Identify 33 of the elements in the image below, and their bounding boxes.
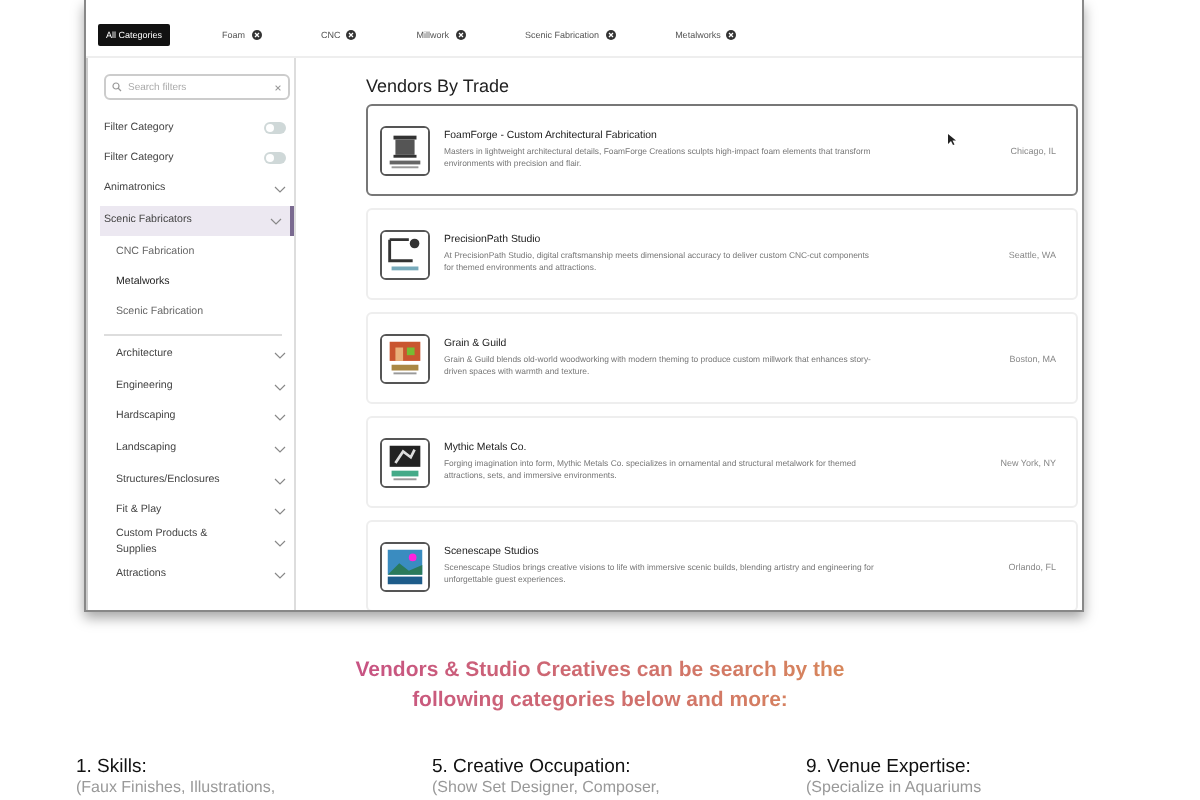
- chevron-icon: [270, 217, 282, 226]
- category-title: 9. Venue Expertise:: [806, 756, 973, 778]
- close-icon[interactable]: [251, 29, 262, 39]
- close-icon[interactable]: [455, 29, 466, 39]
- chevron-icon: [274, 352, 286, 361]
- logo-icon: [382, 439, 428, 485]
- category-examples: (Specialize in Aquariums: [806, 778, 984, 796]
- category-title: 1. Skills:: [76, 756, 149, 778]
- cursor-icon: [948, 134, 956, 146]
- chevron-icon: [274, 445, 286, 454]
- chevron-icon: [274, 383, 286, 392]
- chevron-icon: [274, 539, 286, 548]
- close-icon[interactable]: [726, 29, 737, 39]
- close-icon[interactable]: [346, 29, 357, 39]
- logo-icon: [382, 335, 428, 381]
- category-title: 5. Creative Occupation:: [432, 756, 633, 778]
- search-icon: [112, 82, 122, 92]
- logo-icon: [382, 543, 428, 589]
- toggle-switch[interactable]: [264, 121, 286, 134]
- chevron-icon: [274, 185, 286, 194]
- logo-icon: [382, 127, 428, 173]
- vendor-card[interactable]: [366, 104, 1078, 196]
- category-examples: (Show Set Designer, Composer,: [432, 778, 662, 796]
- chevron-icon: [274, 508, 286, 517]
- close-icon[interactable]: [605, 29, 616, 39]
- chevron-icon: [274, 477, 286, 486]
- category-examples: (Faux Finishes, Illustrations,: [76, 778, 278, 796]
- chevron-icon: [274, 414, 286, 423]
- toggle-switch[interactable]: [264, 152, 286, 165]
- clear-icon[interactable]: [274, 83, 282, 91]
- chevron-icon: [274, 571, 286, 580]
- section-heading: Vendors By Trade: [366, 76, 512, 96]
- logo-icon: [382, 231, 428, 277]
